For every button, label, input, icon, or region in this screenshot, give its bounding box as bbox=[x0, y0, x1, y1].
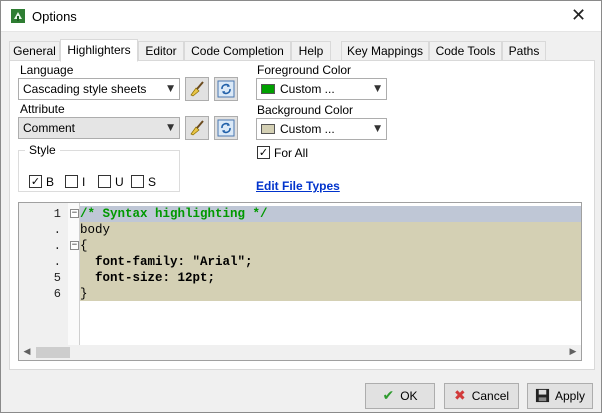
strikeout-label: S bbox=[148, 175, 157, 189]
fold-toggle-icon[interactable]: − bbox=[70, 241, 79, 250]
code-preview-editor[interactable]: 1 . . . 5 6 − − /* Syntax highlighting *… bbox=[18, 202, 582, 361]
refresh-icon bbox=[217, 80, 235, 98]
window-title: Options bbox=[32, 9, 77, 24]
code-area: /* Syntax highlighting */ body { font-fa… bbox=[80, 206, 581, 301]
comment-token: /* Syntax highlighting */ bbox=[80, 207, 268, 221]
for-all-label: For All bbox=[274, 146, 309, 160]
background-color-swatch bbox=[261, 124, 275, 134]
tab-help[interactable]: Help bbox=[291, 41, 331, 61]
style-group: Style ✓ B I U S bbox=[18, 143, 180, 192]
attribute-value: Comment bbox=[23, 121, 76, 135]
for-all-checkbox[interactable]: ✓ bbox=[257, 146, 270, 159]
horizontal-scrollbar[interactable]: ◀ ▶ bbox=[19, 345, 581, 360]
chevron-down-icon: ▼ bbox=[167, 123, 174, 133]
edit-file-types-link[interactable]: Edit File Types bbox=[256, 179, 340, 193]
line-number: 6 bbox=[53, 287, 61, 301]
apply-label: Apply bbox=[554, 389, 586, 403]
underline-checkbox[interactable] bbox=[98, 175, 111, 188]
line-number: . bbox=[53, 239, 61, 253]
tab-editor[interactable]: Editor bbox=[138, 41, 184, 61]
italic-checkbox[interactable] bbox=[65, 175, 78, 188]
app-icon bbox=[11, 9, 25, 23]
chevron-down-icon: ▼ bbox=[374, 124, 381, 134]
bold-checkbox[interactable]: ✓ bbox=[29, 175, 42, 188]
background-color-label: Background Color bbox=[257, 103, 354, 117]
code-line: body bbox=[80, 223, 111, 237]
bold-label: B bbox=[46, 175, 55, 189]
code-line: font-size: 12pt; bbox=[80, 271, 216, 285]
tab-bar: General Highlighters Editor Code Complet… bbox=[9, 39, 595, 62]
language-select[interactable]: Cascading style sheets ▼ bbox=[18, 78, 180, 100]
title-bar: Options ✕ bbox=[1, 1, 601, 32]
code-line: font-family: "Arial"; bbox=[80, 255, 253, 269]
apply-button[interactable]: Apply bbox=[527, 383, 593, 409]
attribute-select[interactable]: Comment ▼ bbox=[18, 117, 180, 139]
code-line: /* Syntax highlighting */ bbox=[80, 206, 581, 222]
fold-column bbox=[68, 203, 80, 345]
scroll-right-icon[interactable]: ▶ bbox=[565, 345, 581, 360]
line-number: . bbox=[53, 255, 61, 269]
refresh-attribute-button[interactable] bbox=[214, 116, 238, 140]
fold-toggle-icon[interactable]: − bbox=[70, 209, 79, 218]
background-color-select[interactable]: Custom ... ▼ bbox=[256, 118, 387, 140]
line-number: 5 bbox=[53, 271, 61, 285]
tab-general[interactable]: General bbox=[9, 41, 60, 61]
foreground-color-swatch bbox=[261, 84, 275, 94]
foreground-color-select[interactable]: Custom ... ▼ bbox=[256, 78, 387, 100]
language-value: Cascading style sheets bbox=[23, 82, 147, 96]
options-dialog: Options ✕ General Highlighters Editor Co… bbox=[0, 0, 602, 413]
cancel-label: Cancel bbox=[471, 389, 510, 403]
strikeout-checkbox[interactable] bbox=[131, 175, 144, 188]
underline-label: U bbox=[115, 175, 124, 189]
close-icon[interactable]: ✕ bbox=[556, 1, 601, 31]
cancel-button[interactable]: ✖ Cancel bbox=[444, 383, 519, 409]
foreground-color-label: Foreground Color bbox=[257, 63, 352, 77]
chevron-down-icon: ▼ bbox=[374, 84, 381, 94]
tab-paths[interactable]: Paths bbox=[502, 41, 546, 61]
cross-icon: ✖ bbox=[453, 388, 466, 404]
broom-icon bbox=[190, 81, 204, 97]
italic-label: I bbox=[82, 175, 86, 189]
tab-highlighters[interactable]: Highlighters bbox=[60, 39, 138, 62]
broom-icon bbox=[190, 120, 204, 136]
ok-button[interactable]: ✔ OK bbox=[365, 383, 435, 409]
language-label: Language bbox=[20, 63, 74, 77]
refresh-language-button[interactable] bbox=[214, 77, 238, 101]
check-icon: ✔ bbox=[382, 388, 395, 404]
code-line: } bbox=[80, 287, 88, 301]
ok-label: OK bbox=[400, 389, 418, 403]
chevron-down-icon: ▼ bbox=[167, 84, 174, 94]
tab-key-mappings[interactable]: Key Mappings bbox=[341, 41, 429, 61]
scrollbar-thumb[interactable] bbox=[36, 347, 70, 358]
attribute-label: Attribute bbox=[20, 102, 65, 116]
line-number: . bbox=[53, 223, 61, 237]
tab-code-tools[interactable]: Code Tools bbox=[429, 41, 502, 61]
clear-language-button[interactable] bbox=[185, 77, 209, 101]
tab-code-completion[interactable]: Code Completion bbox=[184, 41, 291, 61]
background-color-value: Custom ... bbox=[280, 122, 335, 136]
foreground-color-value: Custom ... bbox=[280, 82, 335, 96]
scroll-left-icon[interactable]: ◀ bbox=[19, 345, 35, 360]
clear-attribute-button[interactable] bbox=[185, 116, 209, 140]
code-line: { bbox=[80, 239, 88, 253]
save-icon bbox=[535, 388, 550, 403]
style-group-title: Style bbox=[25, 143, 60, 157]
line-number: 1 bbox=[53, 207, 61, 221]
refresh-icon bbox=[217, 119, 235, 137]
